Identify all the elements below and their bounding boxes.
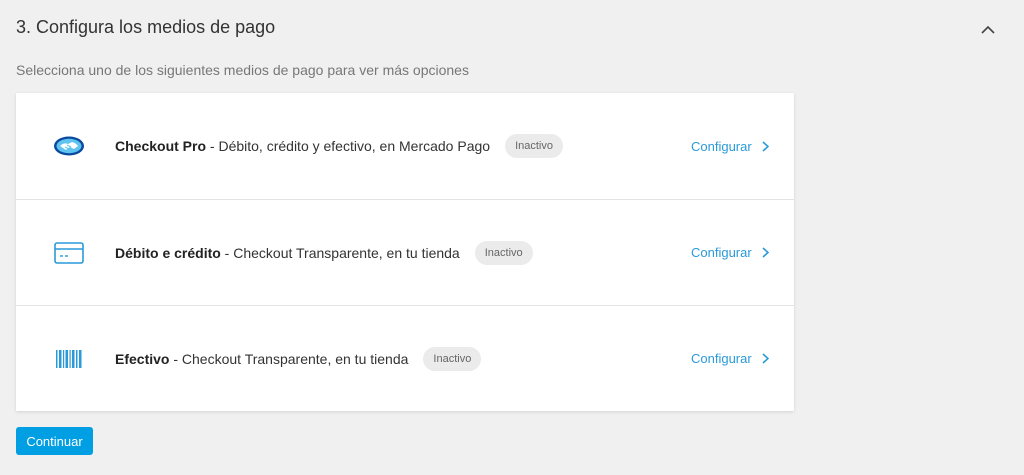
payment-method-description: - Checkout Transparente, en tu tienda	[169, 350, 409, 367]
section-title: 3. Configura los medios de pago	[16, 17, 276, 37]
collapse-button[interactable]	[978, 19, 998, 39]
configure-link-label: Configurar	[691, 138, 752, 154]
section-subtitle: Selecciona uno de los siguientes medios …	[16, 62, 469, 78]
status-badge: Inactivo	[423, 346, 482, 371]
chevron-up-icon	[981, 25, 995, 34]
configure-link-label: Configurar	[691, 351, 752, 366]
payment-method-name: Débito e crédito	[115, 244, 221, 261]
barcode-icon	[52, 347, 86, 371]
payment-method-description: - Débito, crédito y efectivo, en Mercado…	[206, 138, 491, 154]
continue-button[interactable]: Continuar	[16, 427, 93, 455]
payment-method-name: Efectivo	[115, 350, 170, 367]
status-badge: Inactivo	[505, 134, 563, 158]
configure-link-checkout-pro[interactable]: Configurar	[691, 139, 769, 154]
credit-card-icon	[52, 241, 86, 265]
chevron-right-icon	[762, 140, 769, 152]
status-badge: Inactivo	[474, 240, 533, 265]
payment-method-description: - Checkout Transparente, en tu tienda	[220, 244, 460, 261]
configure-link-cash[interactable]: Configurar	[691, 351, 769, 366]
configure-link-debit-credit[interactable]: Configurar	[691, 245, 769, 260]
chevron-right-icon	[762, 353, 769, 364]
chevron-right-icon	[762, 247, 769, 258]
payment-methods-card: Checkout Pro - Débito, crédito y efectiv…	[16, 93, 794, 411]
payment-method-name: Checkout Pro	[115, 138, 207, 154]
configure-link-label: Configurar	[691, 245, 752, 260]
handshake-icon	[52, 134, 86, 158]
payment-method-debit-credit: Débito e crédito - Checkout Transparente…	[16, 199, 794, 305]
payment-method-checkout-pro: Checkout Pro - Débito, crédito y efectiv…	[16, 93, 794, 199]
payment-method-cash: Efectivo - Checkout Transparente, en tu …	[16, 305, 794, 411]
